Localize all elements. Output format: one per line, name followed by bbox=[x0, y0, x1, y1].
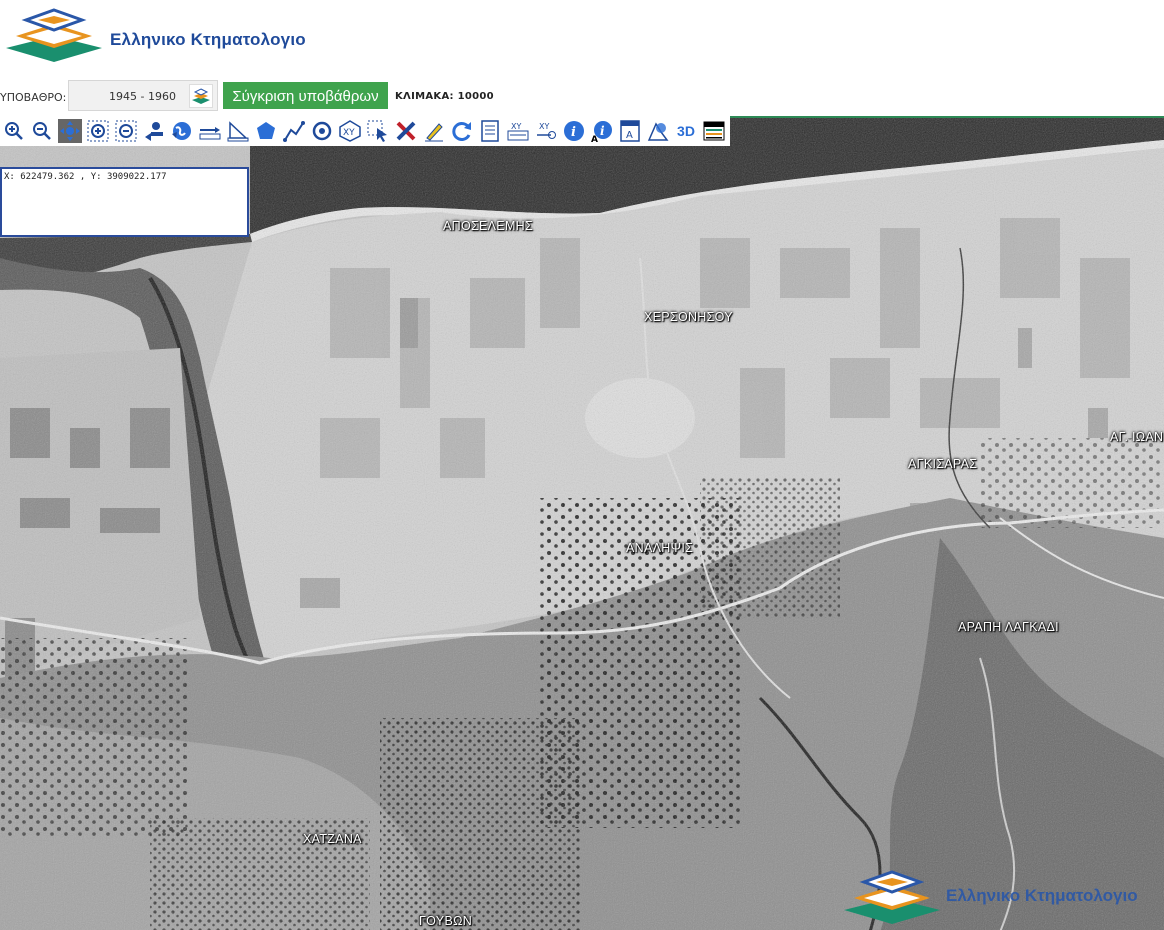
xy-goto-icon[interactable]: XY bbox=[534, 119, 558, 143]
draw-polygon-icon[interactable] bbox=[254, 119, 278, 143]
previous-extent-icon[interactable] bbox=[142, 119, 166, 143]
xy-text: XY bbox=[511, 122, 521, 131]
place-label: ΑΠΟΣΕΛΕΜΗΣ bbox=[443, 219, 534, 233]
place-label: ΑΓΚΙΣΑΡΑΣ bbox=[908, 457, 978, 471]
place-label: ΓΟΥΒΩΝ bbox=[419, 914, 473, 928]
edit-icon[interactable] bbox=[422, 119, 446, 143]
place-label: ΑΓ. ΙΩΑΝ bbox=[1110, 430, 1164, 444]
select-icon[interactable] bbox=[366, 119, 390, 143]
basemap-value: 1945 - 1960 bbox=[109, 90, 176, 103]
measure-area-icon[interactable] bbox=[226, 119, 250, 143]
compare-basemaps-button[interactable]: Σύγκριση υποβάθρων bbox=[223, 82, 388, 109]
full-extent-icon[interactable] bbox=[170, 119, 194, 143]
logo-emblem-icon bbox=[6, 8, 102, 62]
coordinate-text: X: 622479.362 , Y: 3909022.177 bbox=[4, 172, 167, 182]
svg-text:i: i bbox=[571, 125, 576, 140]
xy-text: XY bbox=[343, 128, 355, 138]
ktimatologio-logo[interactable]: Ελληνικο Κτηματολογιο bbox=[4, 6, 334, 66]
basemap-label: ΥΠΟΒΑΘΡΟ: bbox=[0, 91, 67, 104]
info-text-icon[interactable]: iA bbox=[590, 119, 614, 143]
watermark-emblem-icon bbox=[844, 870, 940, 924]
pan-icon[interactable] bbox=[58, 119, 82, 143]
print-icon[interactable] bbox=[702, 119, 726, 143]
clear-icon[interactable] bbox=[394, 119, 418, 143]
basemap-layers-icon[interactable] bbox=[189, 84, 213, 108]
xy-point-icon[interactable]: XY bbox=[338, 119, 362, 143]
svg-text:A: A bbox=[626, 130, 633, 141]
zoom-box-out-icon[interactable] bbox=[114, 119, 138, 143]
basemap-select[interactable]: 1945 - 1960 bbox=[68, 80, 218, 111]
aerial-photo bbox=[0, 118, 1164, 930]
place-label: ΧΕΡΣΟΝΗΣΟΥ bbox=[644, 310, 733, 324]
label-icon[interactable]: A bbox=[618, 119, 642, 143]
place-label: ΑΝΑΛΗΨΙΣ bbox=[626, 541, 694, 555]
svg-text:i: i bbox=[600, 124, 605, 138]
info-icon[interactable]: i bbox=[562, 119, 586, 143]
xy-list-icon[interactable]: XY bbox=[506, 119, 530, 143]
zoom-in-icon[interactable] bbox=[2, 119, 26, 143]
place-label: ΧΑΤΖΑΝΑ bbox=[303, 832, 362, 846]
legend-icon[interactable] bbox=[478, 119, 502, 143]
map-watermark: Ελληνικο Κτηματολογιο bbox=[842, 866, 1164, 930]
coordinate-display: X: 622479.362 , Y: 3909022.177 bbox=[0, 167, 249, 237]
refresh-icon[interactable] bbox=[450, 119, 474, 143]
3d-icon[interactable]: 3D bbox=[674, 119, 698, 143]
logo-title: Ελληνικο Κτηματολογιο bbox=[110, 30, 306, 49]
3d-label: 3D bbox=[677, 123, 695, 139]
scale-label: ΚΛΙΜΑΚΑ: 10000 bbox=[395, 91, 494, 102]
measure-distance-icon[interactable] bbox=[198, 119, 222, 143]
draw-point-icon[interactable] bbox=[310, 119, 334, 143]
map-canvas[interactable]: ΑΠΟΣΕΛΕΜΗΣ ΧΕΡΣΟΝΗΣΟΥ ΑΓ. ΙΩΑΝ ΑΓΚΙΣΑΡΑΣ… bbox=[0, 116, 1164, 930]
xy-text: XY bbox=[539, 122, 549, 131]
layers-icon[interactable] bbox=[646, 119, 670, 143]
svg-text:A: A bbox=[591, 135, 598, 142]
watermark-text: Ελληνικο Κτηματολογιο bbox=[946, 886, 1138, 905]
place-label: ΑΡΑΠΗ ΛΑΓΚΑΔΙ bbox=[958, 620, 1059, 634]
zoom-out-icon[interactable] bbox=[30, 119, 54, 143]
draw-line-icon[interactable] bbox=[282, 119, 306, 143]
zoom-box-in-icon[interactable] bbox=[86, 119, 110, 143]
map-toolbar: XY XY XY i iA A 3D bbox=[0, 116, 730, 146]
